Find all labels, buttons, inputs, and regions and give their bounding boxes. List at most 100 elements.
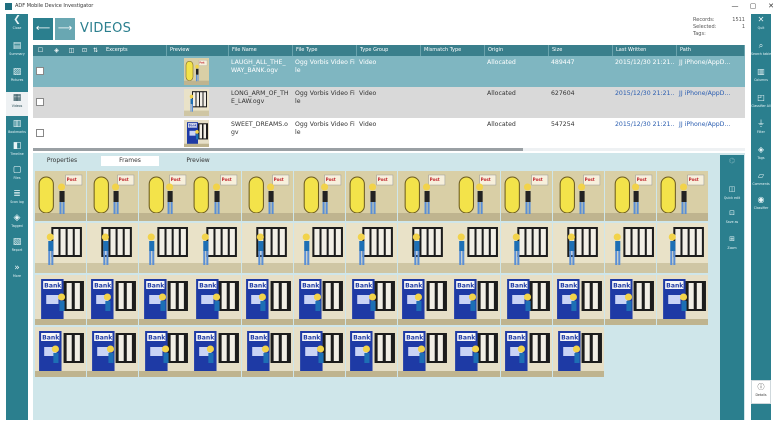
sort-column-icon[interactable]: ⇅ bbox=[92, 47, 99, 54]
toolbar-item-filter[interactable]: ⏚ Filter bbox=[751, 118, 771, 142]
tab-preview[interactable]: Preview bbox=[169, 156, 227, 166]
row-checkbox[interactable] bbox=[36, 98, 44, 106]
toolbar-item-quit[interactable]: ✕ Quit bbox=[751, 14, 771, 38]
table-row[interactable]: Bank SWEET_DREAMS.ogv Ogg Vorbis Video Fil… bbox=[33, 118, 745, 148]
frame-thumbnail[interactable]: Bank bbox=[242, 275, 294, 325]
toolbar-item-classifier-all[interactable]: ◰ Classifier All bbox=[751, 92, 771, 116]
col-mismatch-type[interactable]: Mismatch Type bbox=[421, 45, 485, 56]
frame-thumbnail[interactable] bbox=[138, 223, 190, 273]
frame-thumbnail[interactable]: Bank bbox=[501, 327, 553, 377]
frame-thumbnail[interactable]: Bank bbox=[35, 327, 86, 377]
frame-thumbnail[interactable]: Bank bbox=[294, 275, 345, 325]
frame-thumbnail[interactable] bbox=[294, 223, 345, 273]
close-window-button[interactable]: ✕ bbox=[762, 0, 780, 12]
row-checkbox[interactable] bbox=[36, 129, 44, 137]
frame-thumbnail[interactable]: Bank bbox=[604, 275, 656, 325]
frame-thumbnail[interactable] bbox=[242, 223, 294, 273]
bookmark-column-icon[interactable]: ◫ bbox=[68, 47, 75, 54]
frame-thumbnail[interactable] bbox=[345, 223, 397, 273]
tag-column-icon[interactable]: ◈ bbox=[53, 47, 60, 54]
toolbar-item-search-tables[interactable]: ⌕ Search tables bbox=[751, 40, 771, 64]
col-excerpts[interactable]: Excerpts bbox=[103, 45, 167, 56]
frame-thumbnail[interactable]: Post bbox=[501, 171, 553, 221]
sidebar-item-scan-log[interactable]: ≣ Scan log bbox=[6, 188, 28, 212]
frame-thumbnail[interactable]: Post bbox=[35, 171, 86, 221]
tab-frames[interactable]: Frames bbox=[101, 156, 159, 166]
tool-quick-edit[interactable]: ◫ Quick edit bbox=[720, 183, 744, 207]
frame-thumbnail[interactable]: Bank bbox=[190, 327, 242, 377]
tool-save-as[interactable]: ⊡ Save as bbox=[720, 207, 744, 231]
sidebar-item-pictures[interactable]: ▨ Pictures bbox=[6, 66, 28, 90]
forward-button[interactable]: ⟶ bbox=[55, 18, 75, 40]
frame-thumbnail[interactable] bbox=[501, 223, 553, 273]
maximize-button[interactable]: ▢ bbox=[744, 0, 762, 12]
select-all-checkbox[interactable]: ☐ bbox=[37, 47, 44, 54]
frame-thumbnail[interactable]: Post bbox=[190, 171, 242, 221]
sidebar-item-summary[interactable]: ▤ Summary bbox=[6, 40, 28, 64]
table-row[interactable]: Post LAUGH_ALL_THE_WAY_BANK.ogv Ogg Vorbis… bbox=[33, 56, 745, 87]
details-button[interactable]: ⓘ Details bbox=[751, 380, 771, 404]
col-size[interactable]: Size bbox=[549, 45, 613, 56]
sidebar-item-bookmarks[interactable]: ▥ Bookmarks bbox=[6, 118, 28, 142]
frame-thumbnail[interactable] bbox=[86, 223, 138, 273]
col-type-group[interactable]: Type Group bbox=[357, 45, 421, 56]
sidebar-item-files[interactable]: ▢ Files bbox=[6, 164, 28, 188]
frame-thumbnail[interactable]: Bank bbox=[242, 327, 294, 377]
frame-thumbnail[interactable]: Post bbox=[553, 171, 604, 221]
sidebar-item-more[interactable]: » More bbox=[6, 262, 28, 286]
sidebar-item-timeline[interactable]: ◧ Timeline bbox=[6, 140, 28, 164]
frame-thumbnail[interactable]: Post bbox=[345, 171, 397, 221]
frame-thumbnail[interactable] bbox=[449, 223, 501, 273]
frame-thumbnail[interactable]: Bank bbox=[345, 327, 397, 377]
col-preview[interactable]: Preview bbox=[167, 45, 229, 56]
frame-thumbnail[interactable]: Bank bbox=[553, 327, 604, 377]
sidebar-item-tagged[interactable]: ◈ Tagged bbox=[6, 212, 28, 236]
frame-thumbnail[interactable]: Bank bbox=[294, 327, 345, 377]
table-row[interactable]: LONG_ARM_OF_THE_LAW.ogv Ogg Vorbis Video … bbox=[33, 87, 745, 118]
frame-thumbnail[interactable]: Post bbox=[397, 171, 449, 221]
frame-thumbnail[interactable]: Post bbox=[656, 171, 708, 221]
frame-thumbnail[interactable]: Post bbox=[294, 171, 345, 221]
frame-thumbnail[interactable]: Bank bbox=[86, 275, 138, 325]
row-checkbox[interactable] bbox=[36, 67, 44, 75]
frame-thumbnail[interactable]: Bank bbox=[397, 275, 449, 325]
frame-thumbnail[interactable]: Bank bbox=[553, 275, 604, 325]
frame-thumbnail[interactable]: Post bbox=[604, 171, 656, 221]
frame-thumbnail[interactable]: Bank bbox=[35, 275, 86, 325]
frame-thumbnail[interactable]: Bank bbox=[449, 327, 501, 377]
col-file-type[interactable]: File Type bbox=[293, 45, 357, 56]
frame-thumbnail[interactable] bbox=[190, 223, 242, 273]
frame-thumbnail[interactable]: Post bbox=[86, 171, 138, 221]
frame-thumbnail[interactable]: Bank bbox=[449, 275, 501, 325]
frame-thumbnail[interactable] bbox=[604, 223, 656, 273]
sidebar-item-videos[interactable]: ▦ Videos bbox=[6, 92, 28, 116]
toolbar-item-comments[interactable]: ▱ Comments bbox=[751, 170, 771, 194]
tool-zoom[interactable]: ⊞ Zoom bbox=[720, 233, 744, 257]
sidebar-item-close[interactable]: ❮ Close bbox=[6, 14, 28, 38]
toolbar-item-columns[interactable]: ▥ Columns bbox=[751, 66, 771, 90]
tab-properties[interactable]: Properties bbox=[33, 156, 91, 166]
col-path[interactable]: Path bbox=[677, 45, 745, 56]
frame-thumbnail[interactable]: Post bbox=[138, 171, 190, 221]
tool-tool-1[interactable]: ⌬ bbox=[720, 155, 744, 179]
back-button[interactable]: ⟵ bbox=[33, 18, 53, 40]
col-file-name[interactable]: File Name bbox=[229, 45, 293, 56]
frame-thumbnail[interactable]: Post bbox=[242, 171, 294, 221]
frame-thumbnail[interactable] bbox=[35, 223, 86, 273]
frame-thumbnail[interactable]: Bank bbox=[501, 275, 553, 325]
minimize-button[interactable]: — bbox=[726, 0, 744, 12]
toolbar-item-classifier[interactable]: ◉ Classifier bbox=[751, 194, 771, 218]
frame-thumbnail[interactable] bbox=[397, 223, 449, 273]
frame-thumbnail[interactable]: Bank bbox=[190, 275, 242, 325]
frame-thumbnail[interactable] bbox=[656, 223, 708, 273]
frame-thumbnail[interactable]: Bank bbox=[656, 275, 708, 325]
attachment-column-icon[interactable]: ⊡ bbox=[81, 47, 88, 54]
frame-thumbnail[interactable]: Bank bbox=[138, 275, 190, 325]
col-origin[interactable]: Origin bbox=[485, 45, 549, 56]
frame-thumbnail[interactable] bbox=[553, 223, 604, 273]
frame-thumbnail[interactable]: Bank bbox=[345, 275, 397, 325]
scrollbar-thumb[interactable] bbox=[33, 148, 523, 151]
sidebar-item-report[interactable]: ▧ Report bbox=[6, 236, 28, 260]
frame-thumbnail[interactable]: Bank bbox=[138, 327, 190, 377]
frame-thumbnail[interactable]: Bank bbox=[397, 327, 449, 377]
